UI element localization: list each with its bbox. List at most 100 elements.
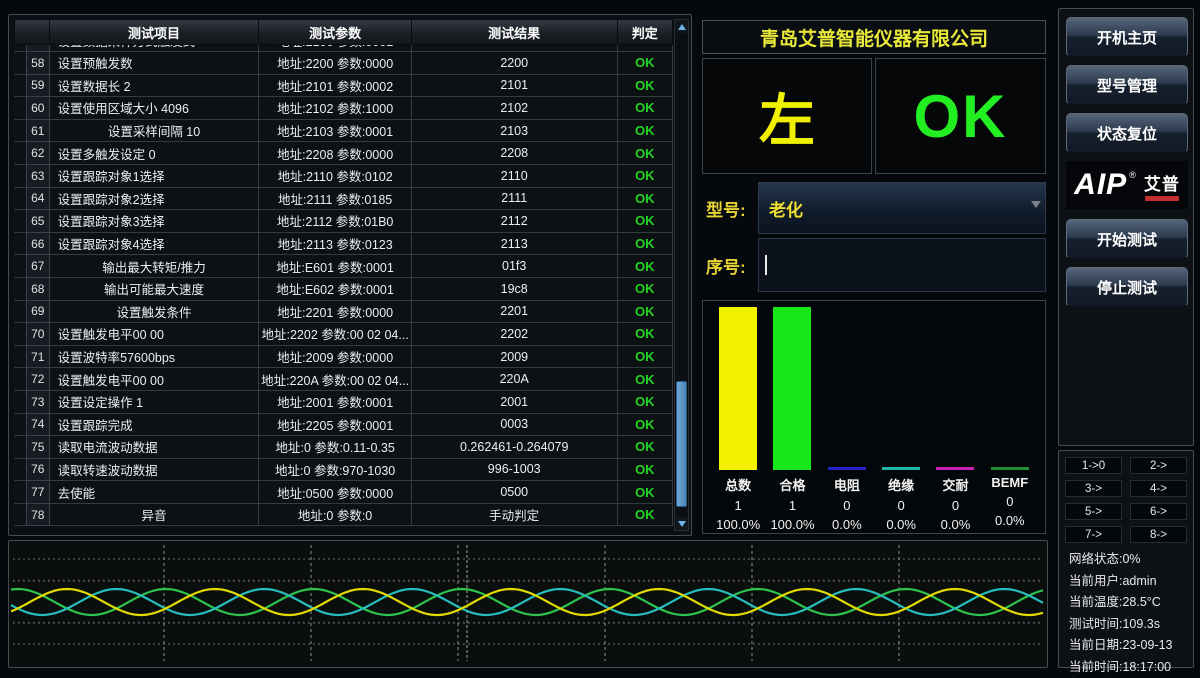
cell-test-param: 地址:2110 参数:0102	[259, 165, 411, 188]
company-title: 青岛艾普智能仪器有限公司	[702, 20, 1046, 54]
table-row[interactable]: 63设置跟踪对象1选择地址:2110 参数:01022110OK	[14, 165, 673, 188]
waveform-chart	[9, 541, 1047, 667]
chart-column: 合格1100.0%	[765, 307, 819, 533]
cell-test-param: 地址:2205 参数:0001	[259, 414, 411, 437]
table-row[interactable]: 58设置预触发数地址:2200 参数:00002200OK	[14, 52, 673, 75]
cell-test-param: 地址:0500 参数:0000	[259, 481, 411, 504]
table-row[interactable]: 72设置触发电平00 00地址:220A 参数:00 02 04...220AO…	[14, 368, 673, 391]
row-gutter	[14, 323, 26, 346]
cell-test-result: 2001	[412, 391, 618, 414]
chart-column: 电阻00.0%	[820, 307, 874, 533]
scrollbar-track[interactable]	[675, 33, 688, 517]
chevron-down-icon	[1031, 201, 1041, 208]
table-row[interactable]: 74设置跟踪完成地址:2205 参数:00010003OK	[14, 414, 673, 437]
table-row[interactable]: 78异音地址:0 参数:0手动判定OK	[14, 504, 673, 527]
scrollbar-up-arrow[interactable]	[675, 20, 688, 33]
channel-button-1[interactable]: 1->0	[1065, 457, 1122, 474]
cell-test-result: 2202	[412, 323, 618, 346]
status-list: 网络状态:0%当前用户:admin当前温度:28.5°C测试时间:109.3s当…	[1065, 549, 1187, 678]
cell-judge: OK	[618, 75, 673, 98]
table-row[interactable]: 59设置数据长 2地址:2101 参数:00022101OK	[14, 75, 673, 98]
triangle-up-icon	[678, 24, 686, 30]
sidebar-top: 开机主页型号管理状态复位 AIP® 艾普 开始测试停止测试	[1058, 8, 1194, 446]
channel-button-3[interactable]: 3->	[1065, 480, 1122, 497]
cell-test-result: 2201	[412, 301, 618, 324]
scrollbar-thumb[interactable]	[676, 381, 687, 507]
cell-test-param: 地址:0 参数:0.11-0.35	[259, 436, 411, 459]
chart-column: 绝缘00.0%	[874, 307, 928, 533]
chart-percent-value: 0.0%	[886, 517, 916, 532]
cell-judge: OK	[618, 233, 673, 256]
row-gutter	[14, 301, 26, 324]
table-row[interactable]: 73设置设定操作 1地址:2001 参数:00012001OK	[14, 391, 673, 414]
table-row[interactable]: 76读取转速波动数据地址:0 参数:970-1030996-1003OK	[14, 459, 673, 482]
chart-count-value: 0	[952, 498, 959, 513]
table-row[interactable]: 69设置触发条件地址:2201 参数:00002201OK	[14, 301, 673, 324]
status-reset-button[interactable]: 状态复位	[1066, 113, 1188, 153]
table-row[interactable]: 77去使能地址:0500 参数:00000500OK	[14, 481, 673, 504]
model-manage-button[interactable]: 型号管理	[1066, 65, 1188, 105]
chart-category-label: 交耐	[942, 475, 968, 494]
chart-column: 总数1100.0%	[711, 307, 765, 533]
table-row[interactable]: 62设置多触发设定 0地址:2208 参数:00002208OK	[14, 142, 673, 165]
cell-test-item: 设置触发条件	[50, 301, 260, 324]
channel-button-5[interactable]: 5->	[1065, 503, 1122, 520]
scrollbar-down-arrow[interactable]	[675, 517, 688, 530]
text-cursor	[765, 255, 767, 275]
cell-test-result: 2009	[412, 346, 618, 369]
cell-judge: OK	[618, 188, 673, 211]
chart-percent-value: 0.0%	[941, 517, 971, 532]
start-test-button[interactable]: 开始测试	[1066, 219, 1188, 259]
channel-button-8[interactable]: 8->	[1130, 526, 1187, 543]
table-row[interactable]: 75读取电流波动数据地址:0 参数:0.11-0.350.262461-0.26…	[14, 436, 673, 459]
table-row[interactable]: 67输出最大转矩/推力地址:E601 参数:000101f3OK	[14, 255, 673, 278]
serial-input[interactable]	[758, 238, 1046, 292]
table-row[interactable]: 61设置采样间隔 10地址:2103 参数:00012103OK	[14, 120, 673, 143]
table-row[interactable]: 70设置触发电平00 00地址:2202 参数:00 02 04...2202O…	[14, 323, 673, 346]
table-header-result: 测试结果	[412, 19, 618, 45]
chart-percent-value: 100.0%	[770, 517, 814, 532]
table-row[interactable]: 64设置跟踪对象2选择地址:2111 参数:01852111OK	[14, 188, 673, 211]
model-dropdown[interactable]: 老化	[758, 182, 1046, 234]
table-row[interactable]: 60设置使用区域大小 4096地址:2102 参数:10002102OK	[14, 97, 673, 120]
table-row[interactable]: 57设置数据采样方式触发式地址:2100 参数:00010010OK	[14, 45, 673, 52]
channel-button-2[interactable]: 2->	[1130, 457, 1187, 474]
cell-test-item: 设置预触发数	[50, 52, 260, 75]
channel-button-4[interactable]: 4->	[1130, 480, 1187, 497]
table-vertical-scrollbar[interactable]	[674, 19, 689, 531]
cell-judge: OK	[618, 301, 673, 324]
table-header-param: 测试参数	[259, 19, 411, 45]
table-row[interactable]: 66设置跟踪对象4选择地址:2113 参数:01232113OK	[14, 233, 673, 256]
cell-test-result: 0010	[412, 45, 618, 52]
table-row[interactable]: 65设置跟踪对象3选择地址:2112 参数:01B02112OK	[14, 210, 673, 233]
row-number: 57	[26, 45, 50, 52]
bar-wrap	[773, 307, 811, 470]
cell-test-param: 地址:2103 参数:0001	[259, 120, 411, 143]
cell-test-item: 设置多触发设定 0	[50, 142, 260, 165]
cell-test-result: 0003	[412, 414, 618, 437]
row-number: 75	[26, 436, 50, 459]
row-number: 68	[26, 278, 50, 301]
chart-category-label: 总数	[725, 475, 751, 494]
stop-test-button[interactable]: 停止测试	[1066, 267, 1188, 307]
table-row[interactable]: 68输出可能最大速度地址:E602 参数:000119c8OK	[14, 278, 673, 301]
channel-button-6[interactable]: 6->	[1130, 503, 1187, 520]
status-line: 当前用户:admin	[1069, 571, 1187, 593]
home-button[interactable]: 开机主页	[1066, 17, 1188, 57]
row-gutter	[14, 255, 26, 278]
cell-judge: OK	[618, 346, 673, 369]
cell-test-param: 地址:2100 参数:0001	[259, 45, 411, 52]
row-gutter	[14, 120, 26, 143]
stat-bar	[936, 467, 974, 470]
row-gutter	[14, 278, 26, 301]
channel-button-7[interactable]: 7->	[1065, 526, 1122, 543]
sidebar-bottom: 1->02->3->4->5->6->7->8-> 网络状态:0%当前用户:ad…	[1058, 450, 1194, 668]
row-gutter	[14, 233, 26, 256]
stat-bar	[828, 467, 866, 470]
cell-test-item: 读取电流波动数据	[50, 436, 260, 459]
table-header-item: 测试项目	[50, 19, 260, 45]
cell-test-param: 地址:2102 参数:1000	[259, 97, 411, 120]
row-gutter	[14, 210, 26, 233]
cell-judge: OK	[618, 210, 673, 233]
table-row[interactable]: 71设置波特率57600bps地址:2009 参数:00002009OK	[14, 346, 673, 369]
